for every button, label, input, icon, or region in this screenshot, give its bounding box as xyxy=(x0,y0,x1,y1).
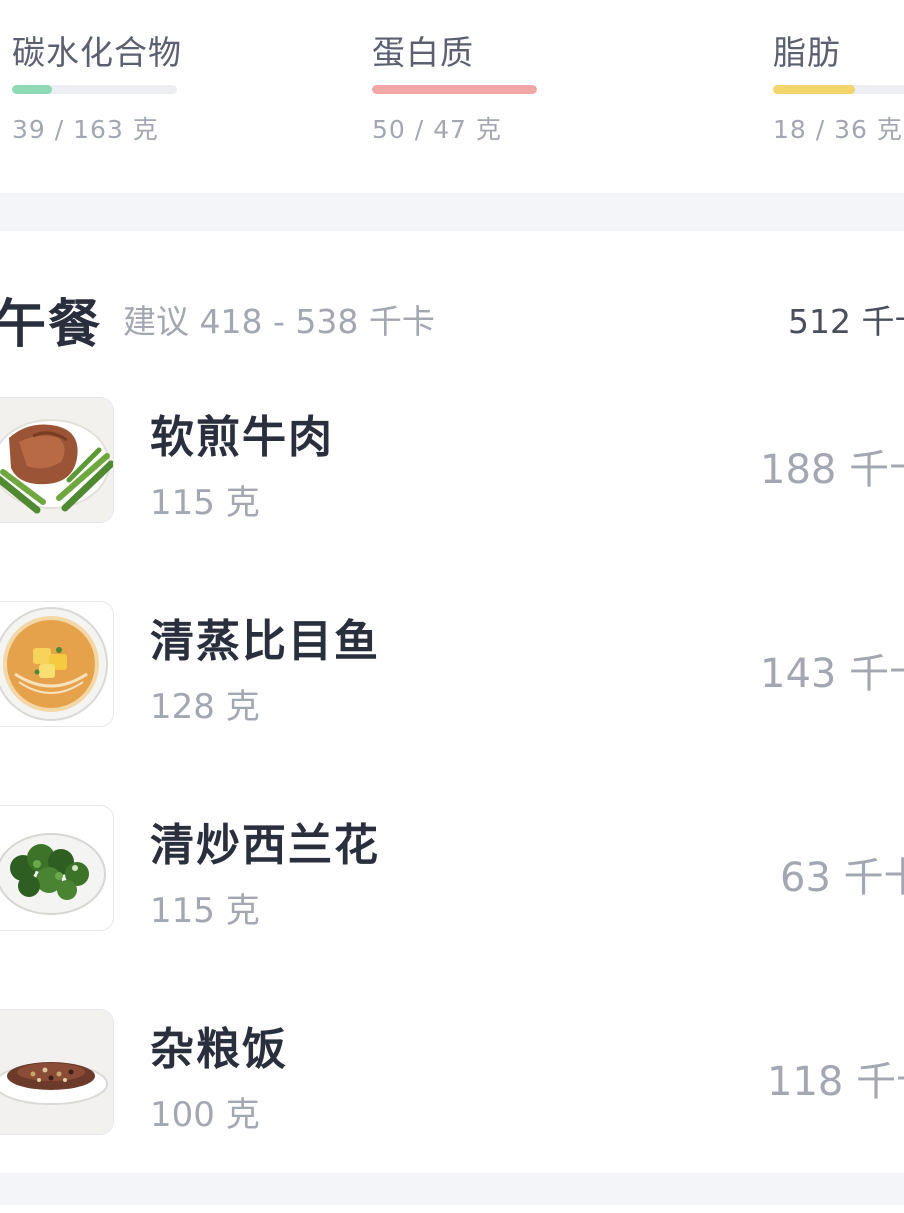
section-divider xyxy=(0,193,904,231)
section-divider xyxy=(0,1173,904,1205)
food-calories: 143 千卡 xyxy=(760,651,904,697)
food-name: 清蒸比目鱼 xyxy=(150,616,380,667)
food-name: 软煎牛肉 xyxy=(150,412,334,463)
fat-progress-bar xyxy=(773,85,904,94)
nutrient-summary: 碳水化合物 39 / 163 克 蛋白质 50 / 47 克 脂肪 18 / 3… xyxy=(0,0,904,193)
food-weight: 100 克 xyxy=(150,1095,260,1135)
food-name: 杂粮饭 xyxy=(150,1024,288,1075)
meal-total-calories: 512 千卡 xyxy=(788,302,904,341)
protein-progress-fill xyxy=(372,85,537,94)
food-item-row[interactable]: 清蒸比目鱼 128 克 143 千卡 xyxy=(0,601,904,805)
carbs-progress-bar xyxy=(12,85,177,94)
broccoli-plate-icon xyxy=(0,805,114,931)
nutrient-value: 50 / 47 克 xyxy=(372,115,502,144)
food-name: 清炒西兰花 xyxy=(150,820,380,871)
food-calories: 188 千卡 xyxy=(760,447,904,493)
nutrient-name: 蛋白质 xyxy=(372,33,474,72)
meal-title: 午餐 xyxy=(0,295,103,355)
nutrient-name: 脂肪 xyxy=(773,33,841,72)
food-calories: 118 千卡 xyxy=(767,1059,904,1105)
food-item-row[interactable]: 软煎牛肉 115 克 188 千卡 xyxy=(0,397,904,601)
nutrient-name: 碳水化合物 xyxy=(12,33,182,72)
food-weight: 128 克 xyxy=(150,687,260,727)
nutrient-value: 18 / 36 克 xyxy=(773,115,903,144)
beef-steak-dish-icon xyxy=(0,397,114,523)
carbs-progress-fill xyxy=(12,85,52,94)
grain-rice-plate-icon xyxy=(0,1009,114,1135)
fish-soup-bowl-icon xyxy=(0,601,114,727)
food-weight: 115 克 xyxy=(150,891,260,931)
food-item-row[interactable]: 清炒西兰花 115 克 63 千卡 xyxy=(0,805,904,1009)
fat-progress-fill xyxy=(773,85,855,94)
food-calories: 63 千卡 xyxy=(780,855,904,901)
protein-progress-bar xyxy=(372,85,537,94)
nutrient-value: 39 / 163 克 xyxy=(12,115,159,144)
meal-suggestion: 建议 418 - 538 千卡 xyxy=(123,302,435,341)
food-weight: 115 克 xyxy=(150,483,260,523)
